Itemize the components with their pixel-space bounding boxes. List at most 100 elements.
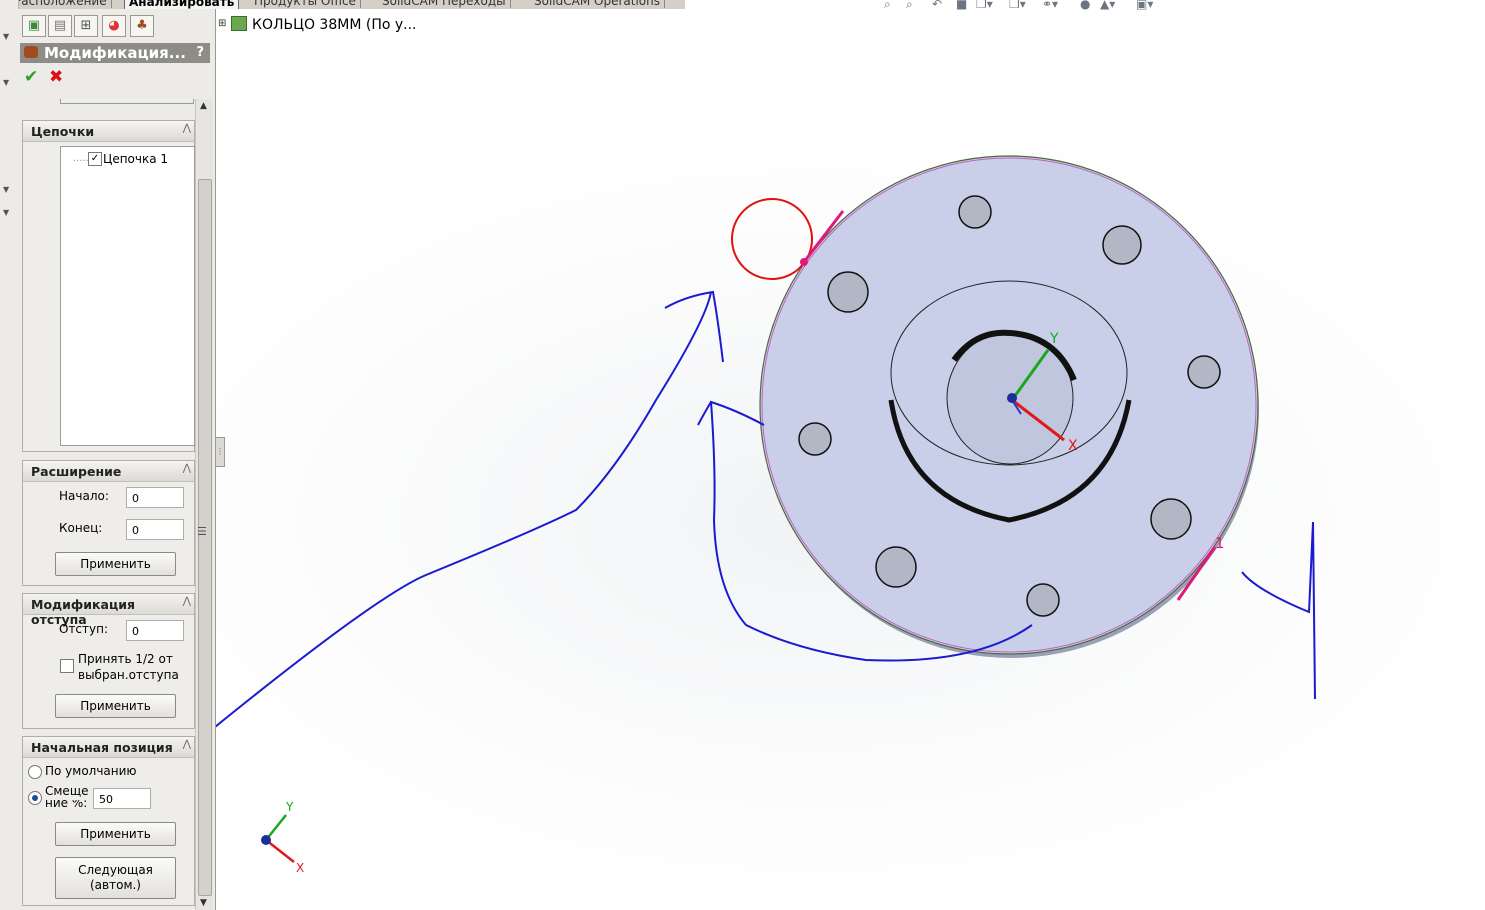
- next-auto-label-1: Следующая: [78, 863, 153, 877]
- pm-title-bar: Модификация... ?: [20, 43, 210, 63]
- chains-group: Цепочки ⋀ ····· ✓ Цепочка 1: [22, 120, 195, 452]
- extension-apply-button[interactable]: Применить: [55, 552, 176, 576]
- collapse-icon[interactable]: ⋀: [183, 596, 191, 607]
- end-input[interactable]: 0: [126, 519, 184, 540]
- view-triad: X Y: [261, 800, 304, 875]
- pm-title: Модификация...: [44, 44, 186, 62]
- apply-scene-icon[interactable]: ▲▾: [1100, 0, 1115, 11]
- view-orientation-icon[interactable]: ❐▾: [976, 0, 993, 11]
- appearance-icon[interactable]: ◕: [102, 15, 126, 37]
- start-point: [800, 258, 808, 266]
- model-view[interactable]: X Y 1 X Y: [216, 0, 1485, 910]
- command-manager-tabs: Расположение Анализировать Продукты Offi…: [0, 0, 685, 9]
- feature-manager-icon[interactable]: ▣: [22, 15, 46, 37]
- strip-arrow-icon[interactable]: ▼: [3, 78, 9, 87]
- strip-arrow-icon[interactable]: ▼: [3, 208, 9, 217]
- chain-end-label: 1: [1215, 534, 1225, 552]
- display-style-icon[interactable]: ❒▾: [1009, 0, 1026, 11]
- strip-arrow-icon[interactable]: ▼: [3, 185, 9, 194]
- offset-pct-radio[interactable]: [28, 791, 42, 805]
- collapse-icon[interactable]: ⋀: [183, 463, 191, 474]
- half-offset-label-1: Принять 1/2 от: [78, 652, 173, 666]
- ok-button[interactable]: ✔: [24, 67, 38, 87]
- chain-list[interactable]: ····· ✓ Цепочка 1: [60, 146, 195, 446]
- left-task-strip: ▼ ▼ ▼ ▼: [0, 0, 19, 910]
- start-position-apply-button[interactable]: Применить: [55, 822, 176, 846]
- start-input[interactable]: 0: [126, 487, 184, 508]
- part-y-label: Y: [1049, 331, 1059, 347]
- extension-group-header[interactable]: Расширение ⋀: [23, 461, 194, 482]
- extension-group: Расширение ⋀ Начало: 0 Конец: 0 Применит…: [22, 460, 195, 586]
- part-name[interactable]: КОЛЬЦО 38ММ (По у...: [252, 17, 417, 33]
- tab-solidcam-operations[interactable]: SolidCAM Operations: [530, 0, 665, 8]
- chain-checkbox[interactable]: ✓: [88, 152, 102, 166]
- bolt-hole: [1187, 355, 1221, 389]
- end-label: Конец:: [59, 521, 103, 535]
- tab-office-products[interactable]: Продукты Office: [250, 0, 361, 8]
- start-position-group-header[interactable]: Начальная позиция ⋀: [23, 737, 194, 758]
- half-offset-label-2: выбран.отступа: [78, 668, 179, 682]
- pm-tabs: ▣ ▤ ⊞ ◕ ♣: [20, 15, 210, 37]
- pm-scrollbar[interactable]: ▲ ▼: [195, 99, 213, 910]
- offset-mod-group: Модификация отступа ⋀ Отступ: 0 Принять …: [22, 593, 195, 729]
- scroll-down-icon[interactable]: ▼: [200, 898, 207, 908]
- annotation-arrowhead: [664, 290, 724, 363]
- chains-group-header[interactable]: Цепочки ⋀: [23, 121, 194, 142]
- panel-collapse-handle[interactable]: ⋮: [215, 437, 225, 467]
- next-auto-button[interactable]: Следующая (автом.): [55, 857, 176, 899]
- tab-analyze[interactable]: Анализировать: [124, 0, 240, 9]
- collapse-icon[interactable]: ⋀: [183, 123, 191, 134]
- bolt-hole: [1026, 583, 1060, 617]
- offset-mod-group-header[interactable]: Модификация отступа ⋀: [23, 594, 194, 627]
- previous-view-icon[interactable]: ↶: [932, 0, 942, 11]
- part-x-label: X: [1068, 438, 1078, 454]
- default-radio[interactable]: [28, 765, 42, 779]
- heads-up-toolbar: ⌕ ⌕ ↶ ■ ❐▾ ❒▾ ⚭▾ ● ▲▾ ▣▾: [884, 0, 1174, 12]
- offset-apply-button[interactable]: Применить: [55, 694, 176, 718]
- help-icon[interactable]: ?: [196, 43, 204, 63]
- offset-pct-input[interactable]: 50: [93, 788, 151, 809]
- hide-show-icon[interactable]: ⚭▾: [1042, 0, 1058, 11]
- zoom-to-fit-icon[interactable]: ⌕: [884, 0, 891, 12]
- default-label: По умолчанию: [45, 764, 137, 778]
- offset-input[interactable]: 0: [126, 620, 184, 641]
- strip-arrow-icon[interactable]: ▼: [3, 32, 9, 41]
- bolt-hole: [798, 422, 832, 456]
- triad-y-label: Y: [285, 800, 294, 814]
- edit-appearance-icon[interactable]: ●: [1080, 0, 1090, 11]
- chain-item-label[interactable]: Цепочка 1: [103, 152, 168, 166]
- property-manager-icon[interactable]: ▤: [48, 15, 72, 37]
- start-position-title: Начальная позиция: [31, 740, 173, 755]
- triad-origin: [261, 835, 271, 845]
- offset-label: Отступ:: [59, 622, 109, 636]
- cancel-button[interactable]: ✖: [49, 67, 63, 87]
- scroll-up-icon[interactable]: ▲: [200, 101, 207, 111]
- triad-x-label: X: [296, 861, 304, 875]
- collapse-icon[interactable]: ⋀: [183, 739, 191, 750]
- resize-grip-icon[interactable]: ☰: [197, 525, 207, 538]
- expand-icon[interactable]: ⊞: [218, 18, 226, 29]
- tab-layout[interactable]: Расположение: [10, 0, 112, 8]
- triad-x-axis: [265, 839, 295, 863]
- extension-title: Расширение: [31, 464, 122, 479]
- cam-manager-icon[interactable]: ♣: [130, 15, 154, 37]
- bolt-hole: [1150, 498, 1192, 540]
- part-origin: [1007, 393, 1017, 403]
- annotation-arrow-path: [216, 291, 712, 728]
- half-offset-checkbox[interactable]: [60, 659, 74, 673]
- start-label: Начало:: [59, 489, 109, 503]
- start-point-circle: [731, 198, 813, 280]
- bolt-hole: [875, 546, 917, 588]
- view-settings-icon[interactable]: ▣▾: [1136, 0, 1153, 11]
- bolt-hole: [827, 271, 869, 313]
- section-view-icon[interactable]: ■: [956, 0, 967, 11]
- tab-solidcam-transitions[interactable]: SolidCAM Переходы: [378, 0, 511, 8]
- annotation-mark: [1241, 521, 1316, 700]
- zoom-area-icon[interactable]: ⌕: [906, 0, 913, 12]
- chains-title: Цепочки: [31, 124, 95, 139]
- next-auto-label-2: (автом.): [90, 878, 141, 892]
- annotation-tick: [697, 401, 712, 426]
- graphics-viewport[interactable]: X Y 1 X Y: [216, 0, 1485, 910]
- property-manager: ▣ ▤ ⊞ ◕ ♣ Модификация... ? ✔ ✖ Цепочки ⋀…: [18, 9, 216, 910]
- configuration-manager-icon[interactable]: ⊞: [74, 15, 98, 37]
